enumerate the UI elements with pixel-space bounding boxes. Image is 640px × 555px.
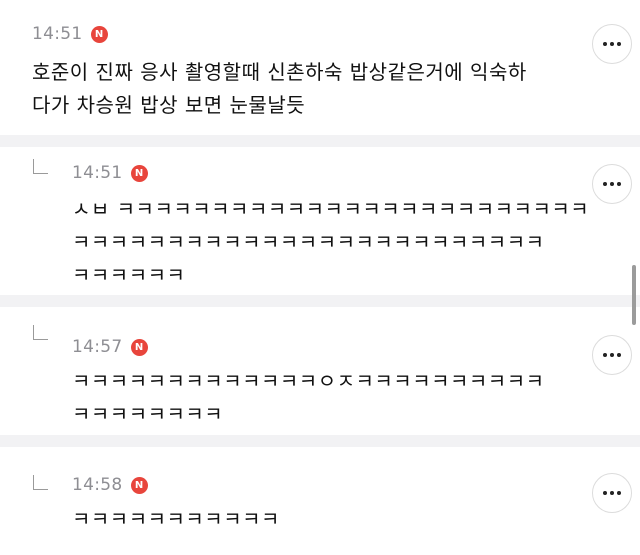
more-horizontal-icon xyxy=(603,42,621,46)
new-badge-icon: N xyxy=(130,338,148,356)
reply-item: 14:58 N ㅋㅋㅋㅋㅋㅋㅋㅋㅋㅋㅋ xyxy=(0,447,640,555)
comment-text: ㅋㅋㅋㅋㅋㅋㅋㅋㅋㅋㅋ xyxy=(72,507,280,531)
new-badge-icon: N xyxy=(130,164,148,182)
reply-item: 14:57 N ㅋㅋㅋㅋㅋㅋㅋㅋㅋㅋㅋㅋㅋㅇㅈㅋㅋㅋㅋㅋㅋㅋㅋㅋㅋ ㅋㅋㅋㅋㅋㅋ… xyxy=(0,307,640,435)
comment-time: 14:51 xyxy=(72,163,123,183)
reply-arrow-icon xyxy=(33,475,48,490)
comment-text: 호준이 진짜 응사 촬영할때 신촌하숙 밥상같은거에 익숙하 다가 차승원 밥상… xyxy=(32,60,527,117)
comment-divider xyxy=(0,295,640,307)
reply-arrow-icon xyxy=(33,325,48,340)
comment-time: 14:57 xyxy=(72,337,123,357)
comment-item: 14:51 N 호준이 진짜 응사 촬영할때 신촌하숙 밥상같은거에 익숙하 다… xyxy=(0,0,640,135)
more-options-button[interactable] xyxy=(592,473,632,513)
comment-divider xyxy=(0,435,640,447)
comment-meta: 14:57 N xyxy=(72,337,148,357)
comment-meta: 14:58 N xyxy=(72,475,148,495)
more-options-button[interactable] xyxy=(592,24,632,64)
more-options-button[interactable] xyxy=(592,335,632,375)
comment-meta: 14:51 N xyxy=(72,163,148,183)
scrollbar-thumb[interactable] xyxy=(632,265,636,325)
more-options-button[interactable] xyxy=(592,164,632,204)
comment-text: ㅅㅂ ㅋㅋㅋㅋㅋㅋㅋㅋㅋㅋㅋㅋㅋㅋㅋㅋㅋㅋㅋㅋㅋㅋㅋㅋㅋ ㅋㅋㅋㅋㅋㅋㅋㅋㅋㅋㅋ… xyxy=(72,197,590,287)
comment-text: ㅋㅋㅋㅋㅋㅋㅋㅋㅋㅋㅋㅋㅋㅇㅈㅋㅋㅋㅋㅋㅋㅋㅋㅋㅋ ㅋㅋㅋㅋㅋㅋㅋㅋ xyxy=(72,369,545,426)
comment-divider xyxy=(0,135,640,147)
reply-arrow-icon xyxy=(33,159,48,174)
more-horizontal-icon xyxy=(603,353,621,357)
comment-time: 14:51 xyxy=(32,24,83,44)
more-horizontal-icon xyxy=(603,182,621,186)
reply-item: 14:51 N ㅅㅂ ㅋㅋㅋㅋㅋㅋㅋㅋㅋㅋㅋㅋㅋㅋㅋㅋㅋㅋㅋㅋㅋㅋㅋㅋㅋ ㅋㅋㅋ… xyxy=(0,147,640,295)
more-horizontal-icon xyxy=(603,491,621,495)
new-badge-icon: N xyxy=(90,25,108,43)
comment-meta: 14:51 N xyxy=(32,24,108,44)
comment-time: 14:58 xyxy=(72,475,123,495)
new-badge-icon: N xyxy=(130,476,148,494)
